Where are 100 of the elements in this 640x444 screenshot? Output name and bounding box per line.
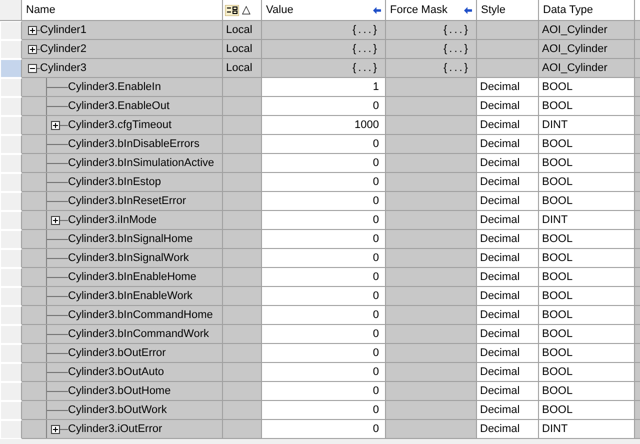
row-header[interactable] [0, 268, 22, 287]
value-cell[interactable]: 0 [262, 287, 386, 306]
row-header[interactable] [0, 401, 22, 420]
style-cell: Decimal [477, 401, 539, 420]
value-cell[interactable]: 0 [262, 420, 386, 439]
expand-icon[interactable] [51, 424, 60, 434]
tag-name: Cylinder3 [40, 61, 86, 76]
row-header[interactable] [0, 59, 22, 78]
row-header[interactable] [0, 173, 22, 192]
value-cell[interactable]: 0 [262, 382, 386, 401]
column-header[interactable]: △ [223, 0, 262, 21]
column-header[interactable]: Style [477, 0, 539, 21]
scope-cell: Local [223, 21, 262, 40]
value-cell: {...} [262, 59, 386, 78]
data-type-cell: BOOL [539, 97, 635, 116]
expand-icon[interactable] [28, 44, 37, 54]
style-cell: Decimal [477, 230, 539, 249]
data-type-cell: BOOL [539, 382, 635, 401]
value-cell[interactable]: 1 [262, 78, 386, 97]
data-type-cell: BOOL [539, 401, 635, 420]
data-type-cell: BOOL [539, 363, 635, 382]
scope-icon[interactable] [225, 4, 239, 16]
row-header[interactable] [0, 344, 22, 363]
data-type-cell: AOI_Cylinder [539, 59, 635, 78]
tag-name: Cylinder3.bInDisableErrors [68, 137, 200, 152]
style-cell: Decimal [477, 192, 539, 211]
expand-icon[interactable] [28, 26, 37, 34]
value-cell[interactable]: 0 [262, 325, 386, 344]
tag-name: Cylinder1 [40, 23, 86, 38]
value-cell[interactable]: 0 [262, 230, 386, 249]
tag-name: Cylinder3.bInEnableHome [68, 270, 196, 285]
data-type-cell: BOOL [539, 344, 635, 363]
value-cell[interactable]: 0 [262, 363, 386, 382]
data-type-cell: BOOL [539, 173, 635, 192]
value-cell[interactable]: 0 [262, 268, 386, 287]
value-cell[interactable]: 0 [262, 97, 386, 116]
expand-icon[interactable] [51, 120, 60, 130]
value-cell[interactable]: 0 [262, 173, 386, 192]
corner-header[interactable] [0, 0, 22, 21]
column-header[interactable]: Name [22, 0, 223, 21]
row-header[interactable] [0, 325, 22, 344]
scope-cell: Local [223, 59, 262, 78]
row-header[interactable] [0, 135, 22, 154]
data-type-cell: BOOL [539, 268, 635, 287]
row-header[interactable] [0, 192, 22, 211]
collapse-icon[interactable] [28, 64, 37, 72]
sort-indicator: △ [242, 3, 250, 18]
row-header[interactable] [0, 211, 22, 230]
value-cell[interactable]: 0 [262, 306, 386, 325]
force-mask-cell: {...} [386, 21, 477, 40]
row-header[interactable] [0, 97, 22, 116]
style-cell: Decimal [477, 211, 539, 230]
row-header[interactable] [0, 363, 22, 382]
data-type-cell: BOOL [539, 78, 635, 97]
tag-name: Cylinder3.bOutError [68, 346, 166, 361]
data-type-cell: DINT [539, 211, 635, 230]
row-header[interactable] [0, 306, 22, 325]
scope-cell: Local [223, 40, 262, 59]
style-cell: Decimal [477, 363, 539, 382]
data-type-cell: BOOL [539, 192, 635, 211]
row-header[interactable] [0, 116, 22, 135]
tag-name: Cylinder3.bInCommandWork [68, 327, 210, 342]
column-header[interactable]: Value [262, 0, 386, 21]
tag-name: Cylinder3.bInSignalHome [68, 232, 193, 247]
row-header[interactable] [0, 230, 22, 249]
data-type-cell: BOOL [539, 135, 635, 154]
row-header[interactable] [0, 78, 22, 97]
data-type-cell: DINT [539, 420, 635, 439]
tag-name: Cylinder3.bInEnableWork [68, 289, 193, 304]
value-cell[interactable]: 0 [262, 401, 386, 420]
row-header[interactable] [0, 382, 22, 401]
style-cell: Decimal [477, 116, 539, 135]
value-cell[interactable]: 0 [262, 211, 386, 230]
style-cell: Decimal [477, 306, 539, 325]
force-mask-cell: {...} [386, 59, 477, 78]
value-cell[interactable]: 0 [262, 192, 386, 211]
data-type-cell: BOOL [539, 306, 635, 325]
header-label: Value [266, 3, 294, 18]
value-cell[interactable]: 0 [262, 344, 386, 363]
style-cell: Decimal [477, 325, 539, 344]
row-header[interactable] [0, 40, 22, 59]
column-header[interactable]: Data Type [539, 0, 635, 21]
tag-name: Cylinder3.iInMode [68, 213, 157, 228]
value-cell[interactable]: 0 [262, 249, 386, 268]
row-header[interactable] [0, 249, 22, 268]
value-cell[interactable]: 1000 [262, 116, 386, 135]
data-type-cell: DINT [539, 116, 635, 135]
row-header[interactable] [0, 420, 22, 439]
row-header[interactable] [0, 21, 22, 40]
row-header[interactable] [0, 154, 22, 173]
value-cell: {...} [262, 21, 386, 40]
row-header[interactable] [0, 287, 22, 306]
column-header[interactable] [635, 0, 640, 21]
column-header[interactable]: Force Mask [386, 0, 477, 21]
value-cell[interactable]: 0 [262, 154, 386, 173]
style-cell: Decimal [477, 173, 539, 192]
value-cell[interactable]: 0 [262, 135, 386, 154]
expand-icon[interactable] [51, 216, 60, 224]
style-cell: Decimal [477, 344, 539, 363]
style-cell: Decimal [477, 249, 539, 268]
